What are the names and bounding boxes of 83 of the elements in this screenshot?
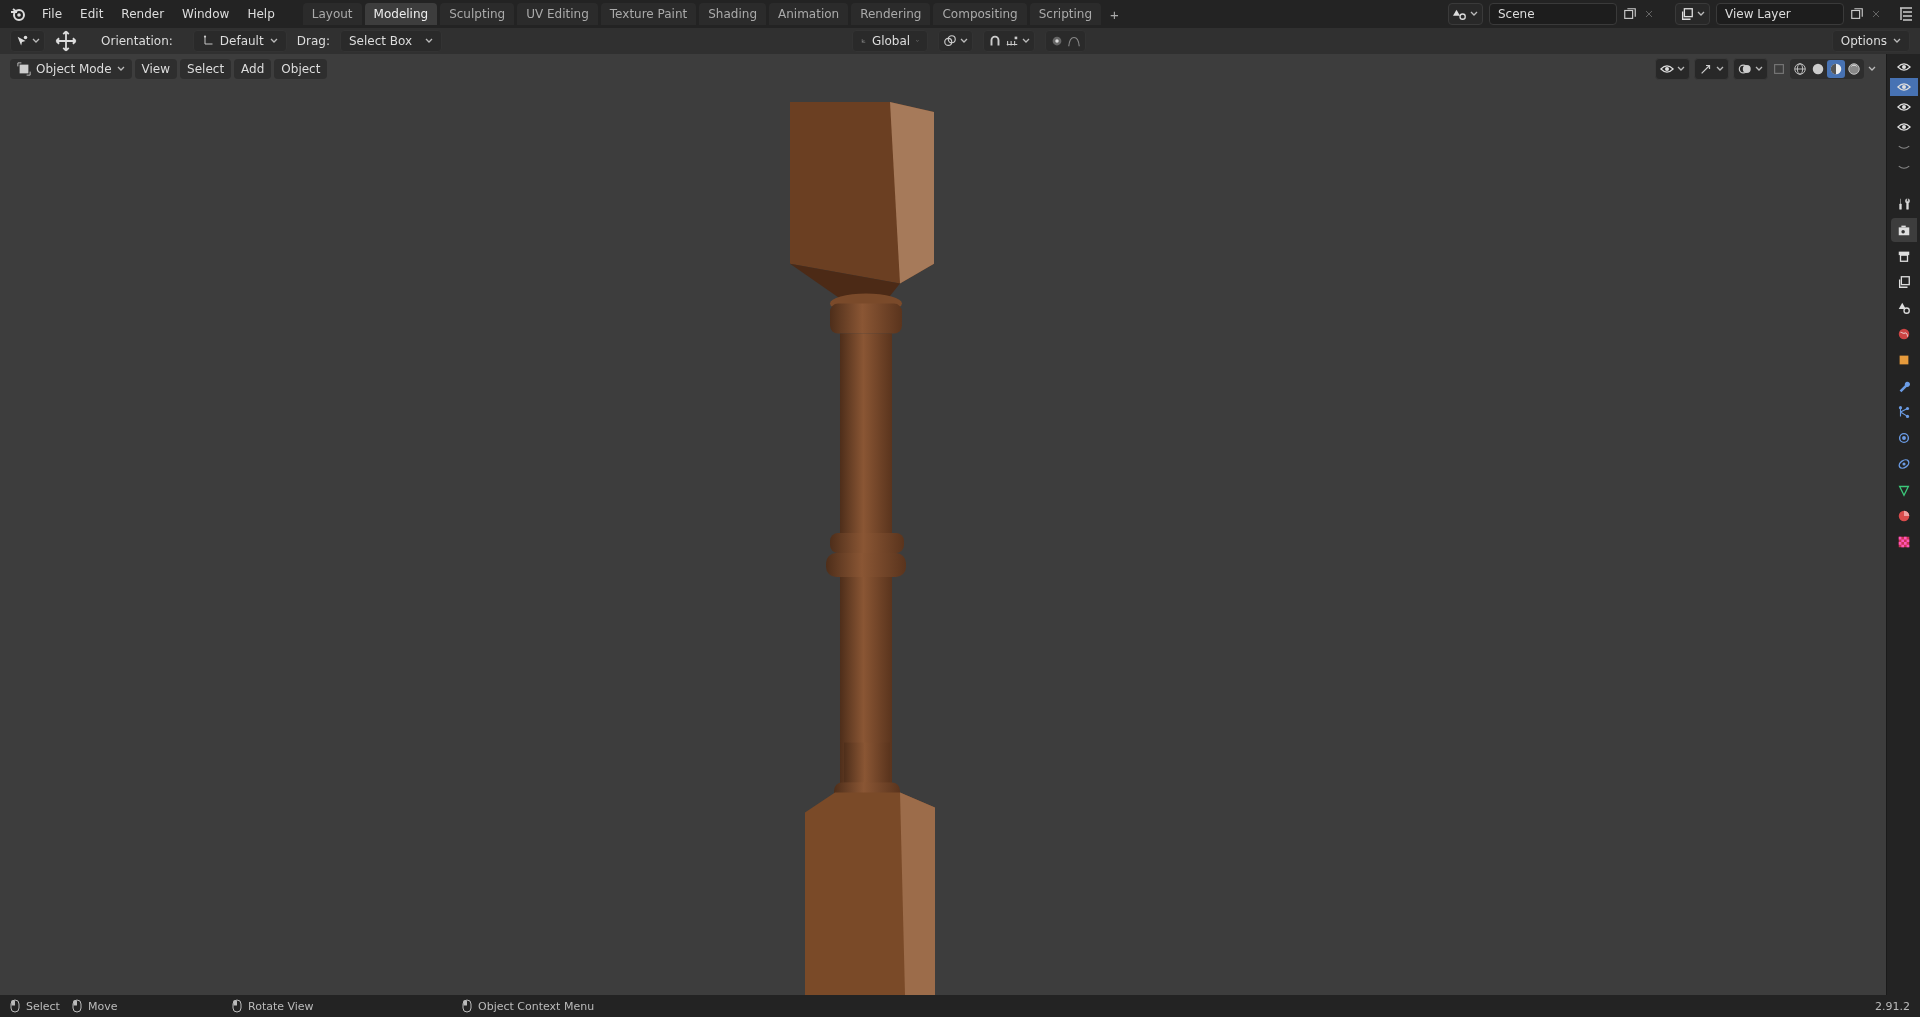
status-hint: Move [88, 999, 118, 1013]
caret-icon [1677, 66, 1685, 72]
workspace-tab[interactable]: Compositing [933, 3, 1027, 25]
tool-dropdown[interactable] [10, 30, 45, 52]
scene-type-dropdown[interactable] [1448, 3, 1483, 25]
caret-icon [1755, 66, 1763, 72]
falloff-curve-icon[interactable] [1067, 34, 1081, 48]
scene-icon[interactable] [1453, 7, 1467, 21]
version-label: 2.91.2 [1875, 999, 1910, 1013]
orientation-dropdown[interactable]: Default [192, 30, 287, 52]
workspace-tab[interactable]: Shading [699, 3, 766, 25]
link-rings-icon[interactable] [943, 34, 957, 48]
eye-icon[interactable] [1660, 62, 1674, 76]
menu-item[interactable]: Edit [72, 4, 112, 24]
copy-icon[interactable] [1850, 7, 1864, 21]
move-arrows-icon[interactable] [55, 30, 77, 52]
status-hint: Object Context Menu [478, 999, 595, 1013]
snap-dropdown[interactable] [983, 30, 1035, 52]
pivot-dropdown[interactable] [938, 30, 973, 52]
drag-dropdown[interactable]: Select Box [340, 30, 442, 52]
view-layer-type-dropdown[interactable] [1675, 3, 1710, 25]
mode-dropdown[interactable]: Object Mode [10, 59, 132, 79]
caret-icon [1868, 66, 1876, 72]
caret-icon [116, 66, 125, 72]
menu-item[interactable]: File [34, 4, 71, 24]
visibility-dropdown[interactable] [1655, 58, 1690, 80]
orientation-label: Orientation: [101, 34, 173, 48]
caret-icon [1716, 66, 1724, 72]
proportional-dot-icon[interactable] [1050, 34, 1064, 48]
workspace-tab[interactable]: UV Editing [517, 3, 598, 25]
transform-orientation-dropdown[interactable]: Global [852, 30, 928, 52]
camera-icon[interactable] [1890, 218, 1917, 242]
app-logo-icon[interactable] [10, 6, 26, 22]
copy-icon[interactable] [1623, 7, 1637, 21]
outliner-icon[interactable] [1898, 6, 1914, 22]
material-sphere-icon[interactable] [1827, 60, 1845, 78]
mouse-icon [72, 999, 82, 1013]
workspace-tab[interactable]: Modeling [364, 3, 438, 25]
workspace-tab[interactable]: Animation [769, 3, 849, 25]
add-workspace-button[interactable]: + [1104, 5, 1125, 23]
overlay-circles-icon[interactable] [1738, 62, 1752, 76]
workspace-tab[interactable]: Sculpting [440, 3, 515, 25]
caret-icon [32, 38, 40, 44]
snap-grid-icon[interactable] [1005, 34, 1019, 48]
caret-icon [1470, 11, 1478, 17]
close-icon[interactable] [1870, 8, 1882, 20]
viewport-menu[interactable]: Select [180, 59, 232, 79]
caret-icon [1022, 38, 1030, 44]
eye-icon[interactable] [1889, 78, 1918, 96]
status-hint: Rotate View [248, 999, 314, 1013]
image-stack-icon[interactable] [1680, 7, 1694, 21]
close-icon[interactable] [1643, 8, 1655, 20]
status-hint: Select [26, 999, 60, 1013]
workspace-tab[interactable]: Layout [302, 3, 362, 25]
rendered-sphere-icon[interactable] [1845, 60, 1863, 78]
scene-field[interactable]: Scene [1489, 3, 1617, 25]
gizmo-arrow-icon[interactable] [1699, 62, 1713, 76]
options-dropdown[interactable]: Options [1831, 30, 1910, 52]
drag-label: Drag: [296, 34, 330, 48]
caret-icon [1893, 38, 1901, 44]
workspace-tab[interactable]: Rendering [851, 3, 931, 25]
mouse-icon [462, 999, 472, 1013]
mouse-icon [10, 999, 20, 1013]
mouse-icon [232, 999, 242, 1013]
workspace-tab[interactable]: Texture Paint [600, 3, 697, 25]
menu-item[interactable]: Help [239, 4, 283, 24]
viewport-menu[interactable]: View [134, 59, 178, 79]
menu-item[interactable]: Window [174, 4, 238, 24]
object-mode-icon[interactable] [17, 62, 31, 76]
proportional-editing-dropdown[interactable] [1045, 30, 1086, 52]
caret-icon [1697, 11, 1705, 17]
gizmo-dropdown[interactable] [1694, 58, 1729, 80]
caret-icon [269, 38, 278, 44]
menu-item[interactable]: Render [113, 4, 173, 24]
view-layer-field[interactable]: View Layer [1716, 3, 1844, 25]
wireframe-sphere-icon[interactable] [1791, 60, 1809, 78]
viewport-menu[interactable]: Add [234, 59, 272, 79]
magnet-icon[interactable] [988, 34, 1002, 48]
overlay-dropdown[interactable] [1733, 58, 1768, 80]
workspace-tab[interactable]: Scripting [1029, 3, 1102, 25]
viewport-menu[interactable]: Object [274, 59, 328, 79]
caret-icon [960, 38, 968, 44]
caret-icon [425, 38, 433, 44]
